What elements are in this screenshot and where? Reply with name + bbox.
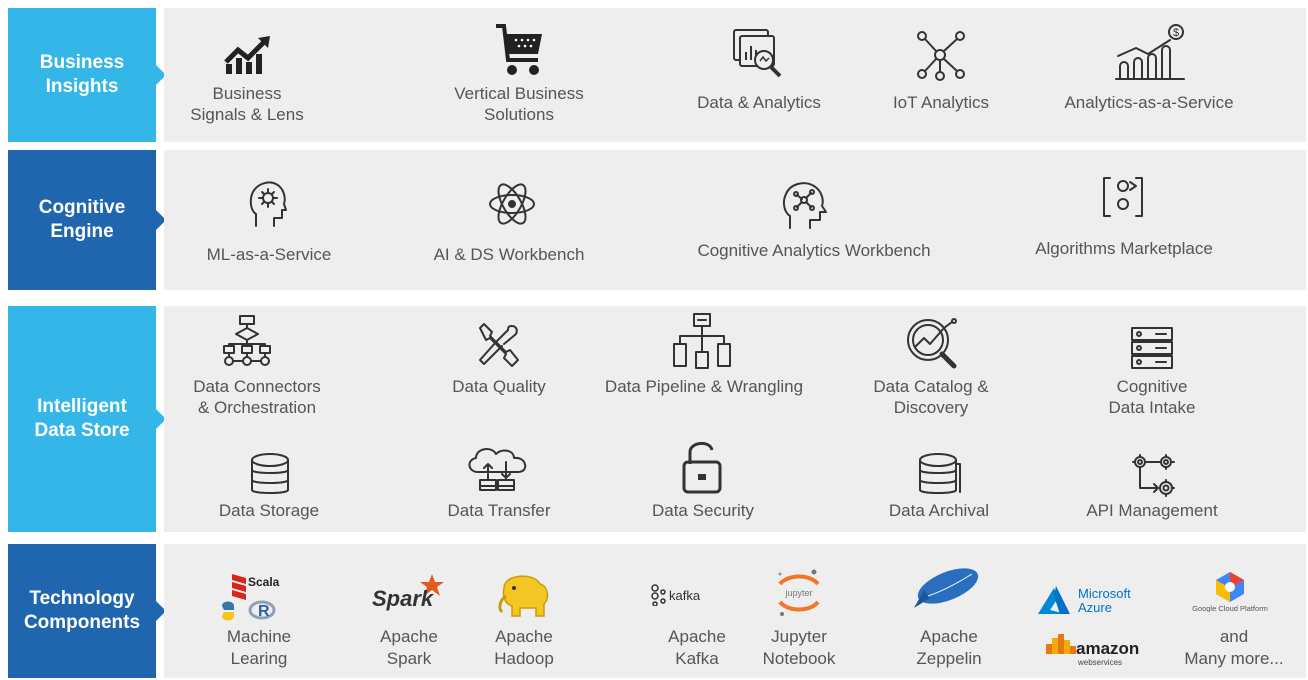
cognitive-item: ML-as-a-Service: [206, 245, 332, 264]
datastore-item: Data Connectors & Orchestration: [193, 377, 321, 417]
datastore-item: Data Archival: [888, 501, 990, 520]
row-label-intelligent-data-store: Intelligent Data Store: [8, 306, 166, 532]
business-insights-panel: Business Signals & Lens Vertical Busines…: [164, 8, 1306, 142]
jupyter-logo: jupyter: [774, 566, 824, 618]
scala-logo-text: Scala: [248, 575, 280, 589]
datastore-item: Data Quality: [452, 377, 546, 396]
cognitive-item: Cognitive Analytics Workbench: [697, 241, 931, 260]
business-item: Analytics-as-a-Service: [1064, 93, 1234, 112]
tech-item-label: Apache Kafka: [668, 627, 726, 668]
business-item: Vertical Business Solutions: [454, 84, 584, 124]
datastore-item: Data Security: [651, 501, 755, 520]
business-item: IoT Analytics: [892, 93, 990, 112]
gcp-logo-text: Google Cloud Platform: [1192, 604, 1268, 612]
technology-components-panel: Scala R Machine Learing Spark Apache Spa…: [164, 544, 1306, 678]
business-item: Business Signals & Lens: [190, 84, 304, 124]
tech-item-label: Jupyter Notebook: [762, 627, 836, 668]
kafka-logo-text: kafka: [669, 588, 701, 603]
azure-logo-text: Microsoft: [1078, 586, 1131, 601]
tech-item-label: Machine Learing: [226, 627, 292, 668]
cognitive-item: AI & DS Workbench: [433, 245, 585, 264]
datastore-item: Data Catalog & Discovery: [873, 377, 989, 417]
aws-logo-subtext: webservices: [1077, 658, 1122, 667]
google-cloud-logo: Google Cloud Platform: [1180, 570, 1280, 612]
spark-logo-text: Spark: [372, 586, 435, 611]
row-label-cognitive-engine: Cognitive Engine: [8, 150, 166, 290]
head-network-icon: [780, 180, 828, 230]
intelligent-data-store-panel: Data Connectors & Orchestration Data Qua…: [164, 306, 1306, 532]
tech-item-label: Apache Hadoop: [494, 627, 554, 668]
azure-logo-subtext: Azure: [1078, 600, 1112, 615]
tools-icon: [476, 322, 520, 368]
datastore-item: API Management: [1086, 501, 1218, 520]
analytics-magnifier-icon: [732, 28, 784, 82]
scala-python-r-logo: Scala R: [218, 572, 298, 622]
flowchart-icon: [222, 314, 272, 368]
row-label-technology-components: Technology Components: [8, 544, 166, 678]
tech-item-label: Apache Zeppelin: [916, 627, 982, 668]
datastore-item: Data Transfer: [447, 501, 551, 520]
search-chart-icon: [904, 312, 964, 372]
lock-icon: [680, 438, 724, 494]
azure-logo: Microsoft Azure: [1036, 584, 1156, 618]
algorithm-icon: [1100, 174, 1146, 220]
database-icon: [248, 452, 292, 498]
head-gear-icon: [248, 180, 288, 228]
growth-chart-icon: [222, 32, 274, 76]
business-item: Data & Analytics: [697, 93, 821, 112]
tech-item-label: Apache Spark: [380, 627, 438, 668]
jupyter-logo-text: jupyter: [784, 588, 812, 598]
cognitive-engine-panel: ML-as-a-Service AI & DS Workbench Cognit…: [164, 150, 1306, 290]
zeppelin-logo: [910, 566, 982, 612]
svg-text:$: $: [1173, 27, 1179, 39]
spark-logo: Spark: [372, 572, 448, 612]
cognitive-item: Algorithms Marketplace: [1035, 239, 1213, 258]
hadoop-elephant-logo: [494, 568, 554, 622]
database-archive-icon: [916, 452, 962, 498]
datastore-item: Cognitive Data Intake: [1108, 377, 1196, 417]
cloud-transfer-icon: [464, 446, 534, 492]
dollar-chart-icon: $: [1114, 22, 1190, 82]
network-nodes-icon: [914, 28, 966, 82]
aws-logo-text: amazon: [1076, 639, 1139, 658]
gears-icon: [1130, 452, 1176, 498]
tech-item-label: and Many more...: [1184, 627, 1284, 668]
aws-logo: amazon webservices: [1044, 632, 1144, 668]
datastore-item: Data Storage: [218, 501, 320, 520]
hierarchy-icon: [672, 312, 732, 370]
row-label-business-insights: Business Insights: [8, 8, 166, 142]
atom-icon: [488, 178, 536, 230]
kafka-logo: kafka: [650, 584, 730, 606]
server-icon: [1130, 326, 1174, 370]
shopping-cart-icon: [494, 22, 546, 78]
datastore-item: Data Pipeline & Wrangling: [604, 377, 804, 396]
svg-text:R: R: [258, 603, 270, 620]
